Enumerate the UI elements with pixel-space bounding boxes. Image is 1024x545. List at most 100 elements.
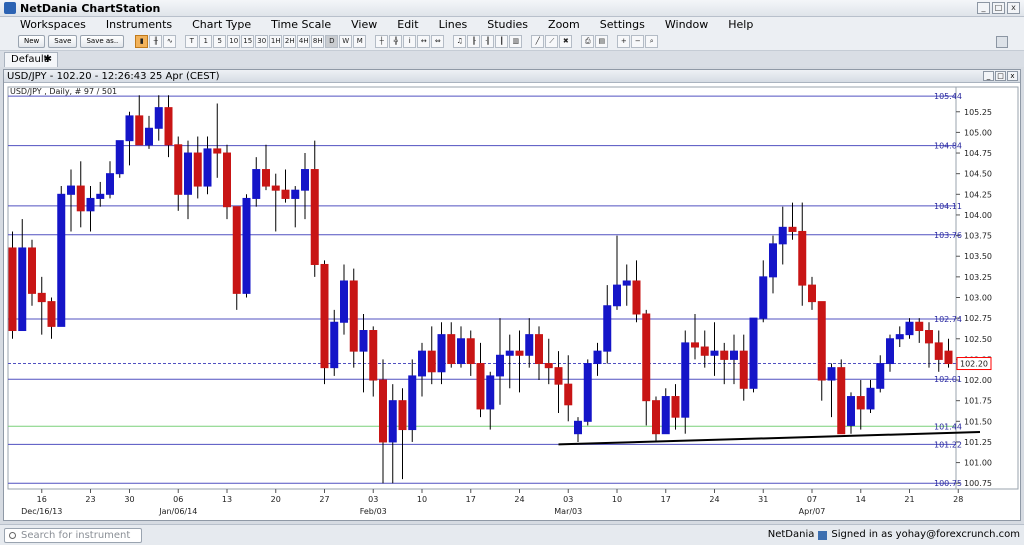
crosshair-icon[interactable]: ┼ — [375, 35, 389, 48]
candle-body — [739, 350, 748, 389]
bars-icon[interactable]: ┃ — [495, 35, 509, 48]
interval-tick[interactable]: T — [185, 35, 199, 48]
chart-window-controls: _ □ x — [983, 71, 1018, 81]
minimize-button[interactable]: _ — [977, 2, 990, 14]
menu-zoom[interactable]: Zoom — [538, 17, 590, 33]
candle-body — [749, 317, 758, 389]
ohlc-icon[interactable]: ╟ — [467, 35, 481, 48]
save-as-button[interactable]: Save as.. — [80, 35, 125, 48]
chart-close-button[interactable]: x — [1007, 71, 1018, 81]
candle-body — [408, 375, 417, 431]
interval-15min[interactable]: 15 — [241, 35, 255, 48]
interval-5min[interactable]: 5 — [213, 35, 227, 48]
interval-1h[interactable]: 1H — [269, 35, 283, 48]
zoom-in-icon[interactable]: + — [617, 35, 631, 48]
x-tick-label: 21 — [904, 495, 914, 504]
candle-body — [340, 280, 348, 323]
new-button[interactable]: New — [18, 35, 46, 48]
instrument-search-input[interactable]: Search for instrument — [4, 528, 142, 543]
candle-body — [944, 350, 953, 365]
status-info: NetDania Signed in as yohay@forexcrunch.… — [768, 528, 1020, 542]
title-bar: NetDania ChartStation _ □ x — [0, 0, 1024, 17]
maximize-button[interactable]: □ — [992, 2, 1005, 14]
candle-body — [778, 226, 787, 245]
draw-trend-icon[interactable]: ⟋ — [545, 35, 559, 48]
candle-body — [115, 140, 124, 175]
menu-time-scale[interactable]: Time Scale — [261, 17, 341, 33]
candle-body — [18, 247, 27, 332]
zoom-reset-icon[interactable]: ⌕ — [645, 35, 659, 48]
candle-body — [281, 189, 290, 199]
candle-body — [252, 169, 261, 199]
y-tick-label: 102.50 — [964, 335, 992, 344]
bell-icon[interactable]: ♫ — [453, 35, 467, 48]
candle-body — [856, 396, 865, 410]
chart-minimize-button[interactable]: _ — [983, 71, 994, 81]
candle-body — [486, 375, 495, 410]
tab-close-icon[interactable]: ✱ — [44, 53, 52, 66]
interval-1min[interactable]: 1 — [199, 35, 213, 48]
fit-icon[interactable]: ⇔ — [431, 35, 445, 48]
candle-body — [691, 342, 699, 348]
tab-default[interactable]: Default ✱ — [4, 52, 58, 67]
interval-4h[interactable]: 4H — [297, 35, 311, 48]
zoom-out-icon[interactable]: − — [631, 35, 645, 48]
candle-chart-icon[interactable]: ▮ — [135, 35, 149, 48]
print-icon[interactable]: ⎙ — [581, 35, 595, 48]
x-month-label: Apr/07 — [799, 507, 826, 516]
menu-bar: Workspaces Instruments Chart Type Time S… — [0, 17, 1024, 33]
interval-30min[interactable]: 30 — [255, 35, 269, 48]
x-tick-label: 16 — [37, 495, 47, 504]
menu-lines[interactable]: Lines — [429, 17, 478, 33]
y-tick-label: 101.00 — [964, 459, 992, 468]
menu-studies[interactable]: Studies — [477, 17, 538, 33]
interval-daily[interactable]: D — [325, 35, 339, 48]
bar-chart-icon[interactable]: ╫ — [149, 35, 163, 48]
interval-monthly[interactable]: M — [353, 35, 367, 48]
menu-view[interactable]: View — [341, 17, 387, 33]
grid-icon[interactable]: ╬ — [389, 35, 403, 48]
delete-lines-icon[interactable]: ✖ — [559, 35, 573, 48]
app-logo-icon — [4, 2, 16, 14]
y-tick-label: 102.00 — [964, 376, 992, 385]
volume-icon[interactable]: ▥ — [509, 35, 523, 48]
chart-maximize-button[interactable]: □ — [995, 71, 1006, 81]
export-icon[interactable]: ▤ — [595, 35, 609, 48]
candle-body — [544, 363, 553, 369]
candle-body — [145, 127, 153, 146]
info-icon[interactable]: i — [403, 35, 417, 48]
candle-body — [622, 280, 631, 286]
menu-instruments[interactable]: Instruments — [96, 17, 182, 33]
candle-body — [934, 342, 943, 360]
interval-10min[interactable]: 10 — [227, 35, 241, 48]
interval-weekly[interactable]: W — [339, 35, 353, 48]
interval-2h[interactable]: 2H — [283, 35, 297, 48]
horizontal-line-label: 101.44 — [934, 422, 962, 431]
scroll-icon[interactable]: ↔ — [417, 35, 431, 48]
x-tick-label: 30 — [124, 495, 134, 504]
menu-workspaces[interactable]: Workspaces — [10, 17, 96, 33]
candle-body — [564, 383, 573, 406]
candle-body — [96, 193, 105, 199]
menu-edit[interactable]: Edit — [387, 17, 428, 33]
menu-help[interactable]: Help — [718, 17, 763, 33]
menu-settings[interactable]: Settings — [590, 17, 655, 33]
candle-body — [895, 334, 904, 340]
candle-body — [447, 334, 456, 365]
candle-body — [47, 301, 56, 327]
line-chart-icon[interactable]: ∿ — [163, 35, 177, 48]
interval-8h[interactable]: 8H — [311, 35, 325, 48]
candle-body — [798, 230, 807, 286]
candle-body — [57, 193, 66, 327]
draw-line-icon[interactable]: ╱ — [531, 35, 545, 48]
candle-body — [915, 321, 924, 332]
ohlc-alt-icon[interactable]: ╢ — [481, 35, 495, 48]
horizontal-line-label: 104.11 — [934, 202, 962, 211]
menu-chart-type[interactable]: Chart Type — [182, 17, 261, 33]
save-button[interactable]: Save — [48, 35, 78, 48]
candlestick-chart[interactable]: USD/JPY , Daily, # 97 / 501105.25105.001… — [4, 83, 1020, 520]
close-button[interactable]: x — [1007, 2, 1020, 14]
candle-body — [661, 396, 670, 435]
menu-window[interactable]: Window — [655, 17, 718, 33]
toolbar-options-icon[interactable] — [996, 36, 1008, 48]
